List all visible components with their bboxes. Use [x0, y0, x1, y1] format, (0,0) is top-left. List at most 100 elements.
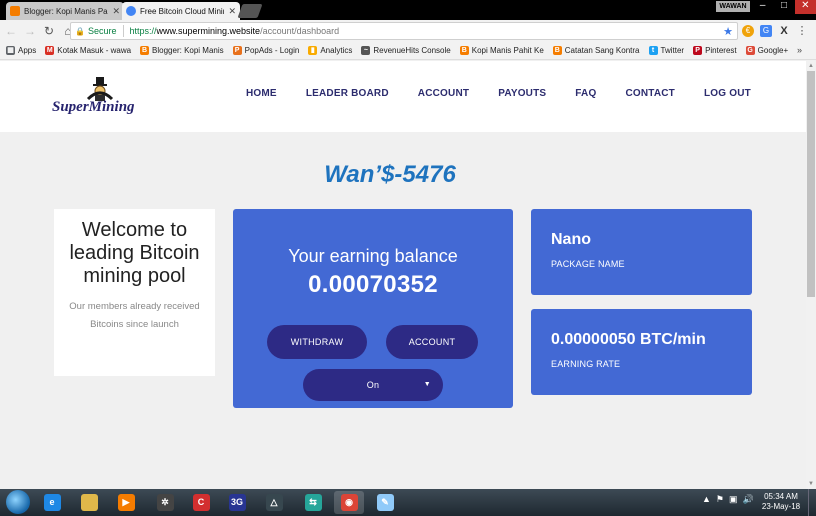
withdraw-button[interactable]: WITHDRAW	[267, 325, 367, 359]
clock-date: 23-May-18	[761, 502, 801, 511]
page-scrollbar[interactable]: ▲ ▼	[806, 61, 816, 489]
bookmarks-overflow-icon[interactable]: »	[797, 45, 802, 55]
bookmark-item[interactable]: B Kopi Manis Pahit Ke	[459, 46, 544, 55]
taskbar-app-transfer-app[interactable]: ⇆	[298, 491, 328, 514]
taskbar-app-media-player[interactable]: ▶	[111, 491, 141, 514]
scroll-down-icon[interactable]: ▼	[806, 479, 816, 489]
bookmark-item[interactable]: ~ RevenueHits Console	[361, 46, 451, 55]
tab-supermining[interactable]: Free Bitcoin Cloud Mining ✕	[122, 2, 240, 20]
profile-button[interactable]: WAWAN	[716, 1, 750, 12]
network-icon[interactable]: ▣	[729, 494, 738, 505]
earning-rate-card: 0.00000050 BTC/min EARNING RATE	[531, 309, 752, 395]
taskbar-app-chrome[interactable]: ◉	[334, 491, 364, 514]
bookmark-label: Google+	[757, 46, 789, 55]
nav-log-out[interactable]: LOG OUT	[704, 88, 751, 99]
url-host: www.supermining.website	[156, 26, 261, 36]
address-bar[interactable]: 🔒 Secure https://www.supermining.website…	[70, 22, 738, 40]
taskbar-app-file-explorer[interactable]	[74, 491, 104, 514]
tab-title: Blogger: Kopi Manis Pahit	[24, 6, 109, 16]
bookmark-label: Pinterest	[705, 46, 737, 55]
revenuehits-icon: ~	[361, 46, 371, 55]
bookmark-item[interactable]: ▦ Apps	[6, 46, 36, 55]
taskbar-app-ccleaner[interactable]: C	[186, 491, 216, 514]
forward-arrow-icon[interactable]: →	[22, 24, 38, 38]
ie-icon: e	[43, 494, 61, 511]
page-viewport: SuperMining HOME LEADER BOARD ACCOUNT PA…	[0, 61, 806, 489]
tab-close-icon[interactable]: ✕	[112, 6, 120, 17]
bookmark-item[interactable]: P Pinterest	[693, 46, 737, 55]
show-desktop-button[interactable]	[808, 489, 816, 516]
taskbar-app-notepad[interactable]: ✎	[370, 491, 400, 514]
flag-icon[interactable]: ⚑	[716, 494, 724, 505]
bookmark-item[interactable]: B Blogger: Kopi Manis	[140, 46, 224, 55]
blogger-icon: B	[552, 46, 562, 55]
reload-icon[interactable]: ↻	[41, 24, 57, 38]
menu-kebab-icon[interactable]: ⋮	[796, 25, 808, 37]
gmail-icon: M	[45, 46, 55, 55]
tab-title: Free Bitcoin Cloud Mining	[140, 6, 225, 16]
bookmark-label: Analytics	[320, 46, 353, 55]
tray-arrow-icon[interactable]: ▲	[702, 494, 711, 505]
new-tab-button[interactable]	[237, 4, 263, 18]
taskbar-clock[interactable]: 05:34 AM 23-May-18	[758, 492, 804, 512]
bookmark-item[interactable]: B Catatan Sang Kontra	[552, 46, 640, 55]
scroll-up-icon[interactable]: ▲	[806, 61, 816, 71]
browser-toolbar: ← → ↻ ⌂ 🔒 Secure https://www.supermining…	[0, 20, 816, 42]
translate-extension-icon[interactable]: G	[760, 25, 772, 37]
bookmark-label: PopAds - Login	[244, 46, 300, 55]
blogger-icon: B	[459, 46, 469, 55]
mining-state-select[interactable]: On ▼	[303, 369, 443, 401]
minimize-button[interactable]: –	[752, 0, 773, 14]
username-heading: Wan’$-5476	[0, 161, 806, 189]
volume-icon[interactable]: 🔊	[743, 494, 754, 505]
tab-blogger[interactable]: Blogger: Kopi Manis Pahit ✕	[6, 2, 124, 20]
start-button-icon[interactable]	[6, 490, 30, 514]
nav-account[interactable]: ACCOUNT	[418, 88, 469, 99]
maximize-button[interactable]: □	[773, 0, 794, 14]
pinterest-icon: P	[693, 46, 703, 55]
bookmark-item[interactable]: G Google+	[745, 46, 789, 55]
bookmark-item[interactable]: t Twitter	[648, 46, 685, 55]
nav-contact[interactable]: CONTACT	[625, 88, 675, 99]
taskbar-app-internet-explorer[interactable]: e	[37, 491, 67, 514]
balance-value: 0.00070352	[308, 271, 438, 298]
extension-x-icon[interactable]: X	[778, 25, 790, 37]
site-header: SuperMining HOME LEADER BOARD ACCOUNT PA…	[0, 61, 806, 132]
site-logo[interactable]: SuperMining	[52, 77, 148, 117]
system-tray: ▲ ⚑ ▣ 🔊	[702, 494, 754, 505]
modem-3g-icon: 3G	[228, 494, 246, 511]
account-button[interactable]: ACCOUNT	[386, 325, 478, 359]
close-window-button[interactable]: ✕	[794, 0, 816, 14]
scroll-thumb[interactable]	[807, 71, 815, 297]
taskbar-app-drawing-app[interactable]: △	[259, 491, 289, 514]
popads-icon: P	[232, 46, 242, 55]
apps-grid-icon: ▦	[6, 46, 15, 55]
tab-close-icon[interactable]: ✕	[228, 6, 236, 17]
nav-leader-board[interactable]: LEADER BOARD	[306, 88, 389, 99]
balance-card: Your earning balance 0.00070352 WITHDRAW…	[233, 209, 513, 408]
back-arrow-icon[interactable]: ←	[3, 24, 19, 38]
taskbar-app-app-wheel[interactable]: ✲	[150, 491, 180, 514]
bookmark-label: Kopi Manis Pahit Ke	[471, 46, 544, 55]
bookmark-item[interactable]: ▮ Analytics	[308, 46, 352, 55]
taskbar-app-3g-modem[interactable]: 3G	[222, 491, 252, 514]
bookmark-label: Twitter	[660, 46, 685, 55]
transfer-icon: ⇆	[304, 494, 322, 511]
nav-faq[interactable]: FAQ	[575, 88, 596, 99]
bookmark-item[interactable]: P PopAds - Login	[232, 46, 300, 55]
chrome-icon: ◉	[340, 494, 358, 511]
caret-down-icon: ▼	[423, 381, 431, 388]
nav-payouts[interactable]: PAYOUTS	[498, 88, 546, 99]
bookmark-item[interactable]: M Kotak Masuk - wawa	[45, 46, 131, 55]
bookmark-label: Apps	[18, 46, 37, 55]
url-path: /account/dashboard	[260, 26, 340, 36]
bookmarks-bar: ▦ Apps M Kotak Masuk - wawa B Blogger: Kopi M…	[0, 42, 816, 60]
bookmark-label: RevenueHits Console	[373, 46, 451, 55]
window-controls: – □ ✕	[752, 0, 816, 14]
extension-coin-icon[interactable]: €	[742, 25, 754, 37]
bookmark-label: Blogger: Kopi Manis	[152, 46, 224, 55]
windows-taskbar: ▲ ⚑ ▣ 🔊 05:34 AM 23-May-18 e ▶ ✲ C 3G △ ⇆ ◉ ✎	[0, 489, 816, 516]
bookmark-star-icon[interactable]: ★	[723, 25, 733, 38]
nav-home[interactable]: HOME	[246, 88, 277, 99]
blogger-icon	[10, 6, 20, 16]
